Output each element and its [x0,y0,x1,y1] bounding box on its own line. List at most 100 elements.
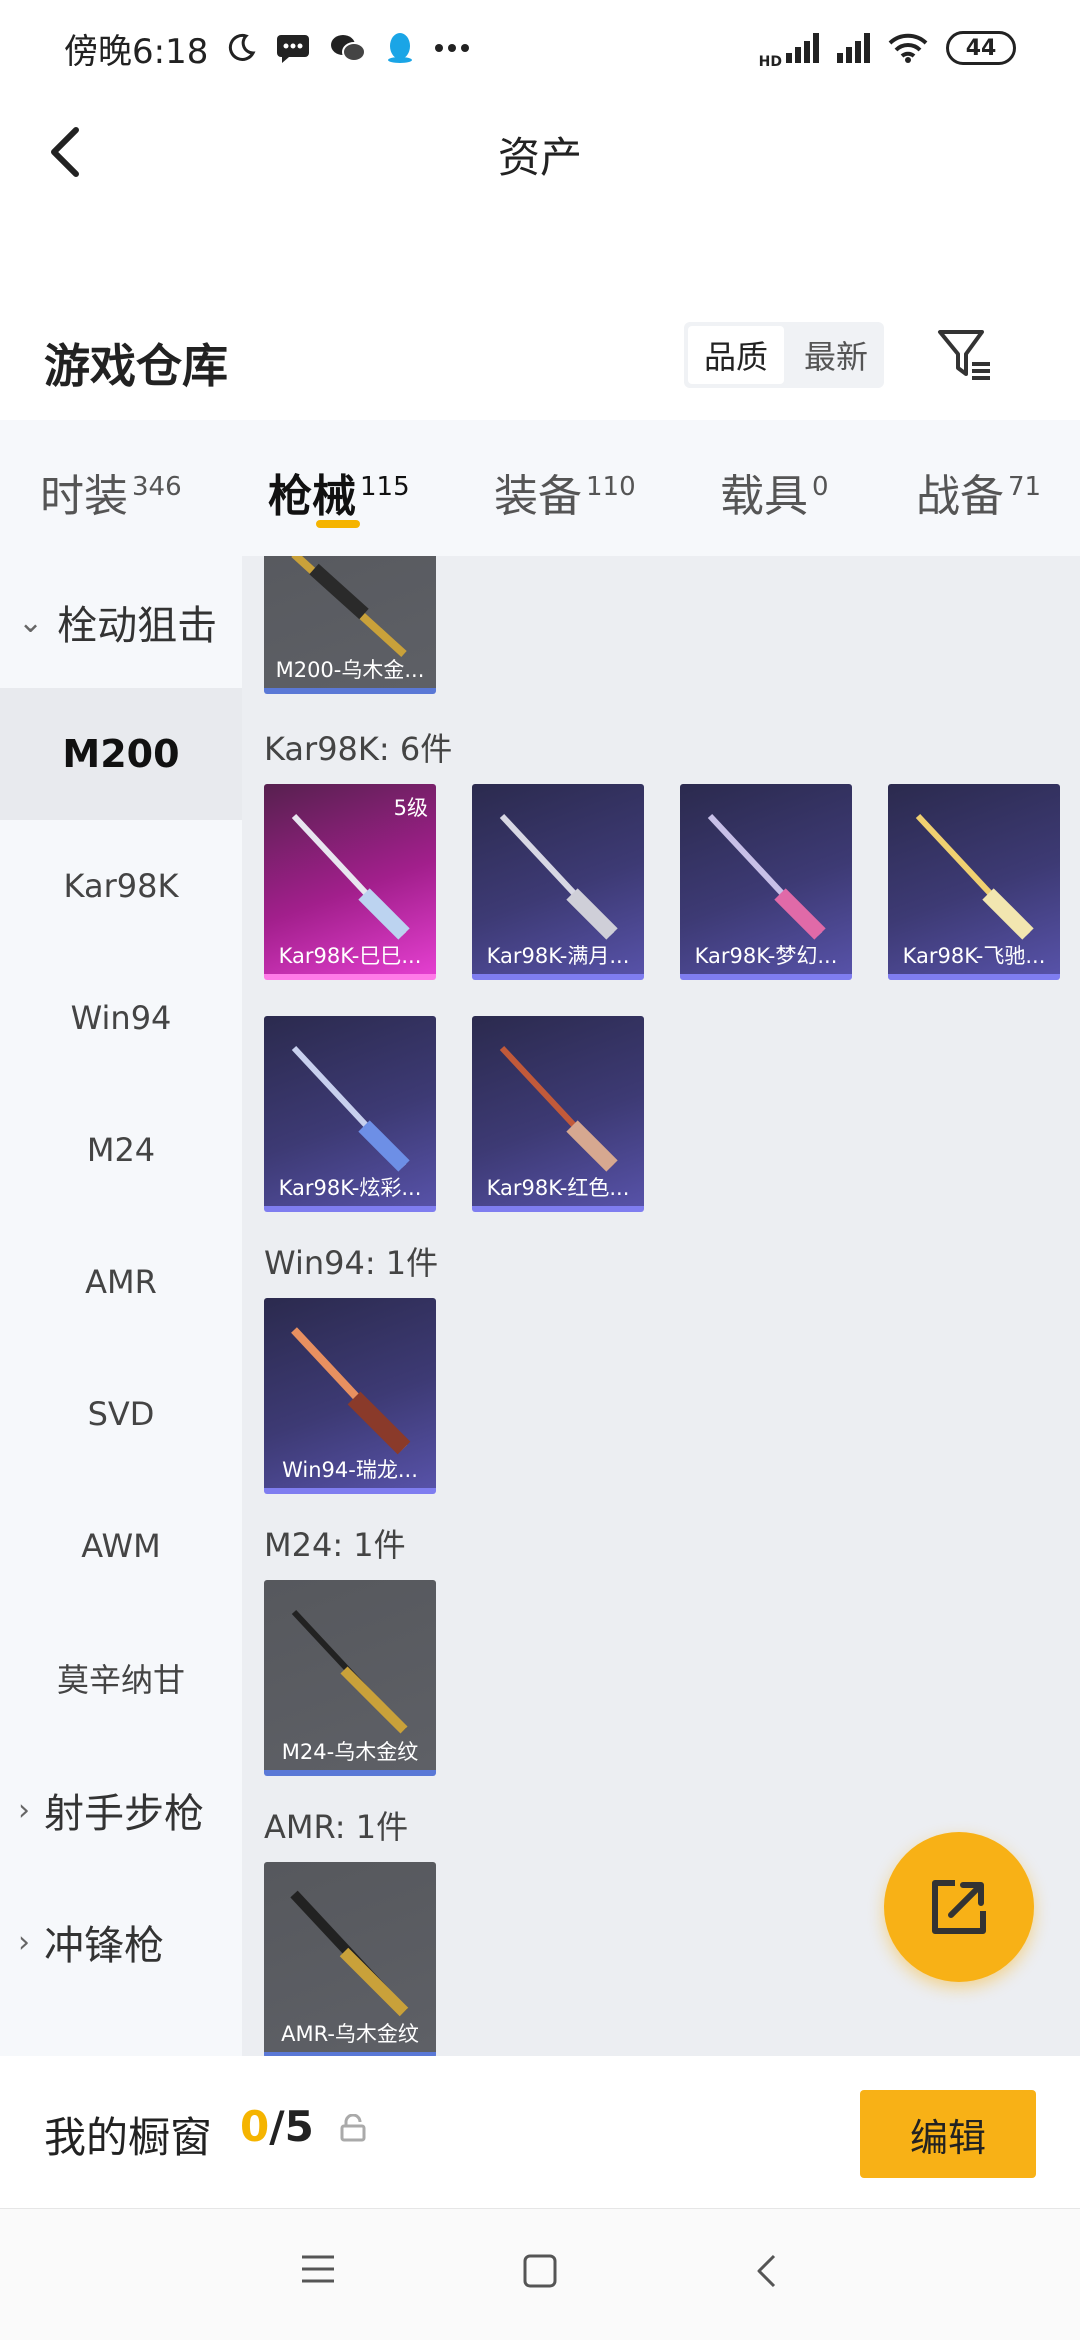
sidebar-group-dmr[interactable]: › 射手步枪 [0,1744,242,1876]
sort-newest-option[interactable]: 最新 [788,322,884,388]
active-tab-indicator [316,520,360,528]
edit-button[interactable]: 编辑 [860,2090,1036,2178]
tab-fashion[interactable]: 时装 346 [40,420,268,556]
weapon-sidebar: ⌄ 栓动狙击 M200 Kar98K Win94 M24 AMR SVD AWM … [0,556,242,2056]
sidebar-item-amr[interactable]: AMR [0,1216,242,1348]
sidebar-item-svd[interactable]: SVD [0,1348,242,1480]
sidebar-item-kar98k[interactable]: Kar98K [0,820,242,952]
tab-label: 战备 [916,471,1004,522]
chevron-right-icon: › [18,1924,30,1960]
weapon-card-name: AMR-乌木金纹 [281,2022,419,2046]
tab-vehicles[interactable]: 载具 0 [720,420,916,556]
weapon-card[interactable]: Kar98K-梦幻... [680,784,852,980]
home-icon[interactable] [522,2253,558,2289]
weapon-card-name: Kar98K-红色... [486,1176,630,1200]
weapon-card[interactable]: AMR-乌木金纹 [264,1862,436,2056]
more-icon [435,44,470,52]
weapon-card[interactable]: M200-乌木金... [264,556,436,694]
status-bar: 傍晚6:18 HD 44 [0,0,1080,96]
sidebar-group-smg[interactable]: › 冲锋枪 [0,1876,242,2008]
rifle-icon [499,813,618,940]
sidebar-item-win94[interactable]: Win94 [0,952,242,1084]
sidebar-item-mosin[interactable]: 莫辛纳甘 [0,1612,242,1744]
weapon-card-name: Kar98K-炫彩... [278,1176,422,1200]
wechat-icon [331,35,367,62]
rifle-icon [499,1045,618,1172]
weapon-card-name: Kar98K-梦幻... [694,944,838,968]
level-badge: 5级 [393,796,428,820]
tab-label: 枪械 [268,471,356,522]
tab-label: 装备 [494,471,582,522]
rifle-icon [915,813,1034,940]
weapon-card-name: M24-乌木金纹 [281,1740,419,1764]
showcase-count-current: 0 [240,2102,270,2151]
hd-label: HD [758,54,782,70]
sidebar-item-m24[interactable]: M24 [0,1084,242,1216]
section-label: Kar98K: 6件 [264,730,453,768]
share-fab-button[interactable] [884,1832,1034,1982]
rifle-icon [291,1045,410,1172]
weapon-card-name: Kar98K-飞驰... [902,944,1046,968]
wifi-icon [888,33,928,63]
weapon-card-name: Kar98K-巳巳... [278,944,422,968]
category-tabs: 时装 346 枪械 115 装备 110 载具 0 战备 71 [0,420,1080,556]
sort-quality-option[interactable]: 品质 [688,326,784,384]
weapon-card[interactable]: Kar98K-飞驰... [888,784,1060,980]
share-icon [932,1880,986,1934]
signal-icon [786,33,819,63]
weapon-card-name: M200-乌木金... [275,658,425,682]
rifle-icon [290,1890,409,2017]
tab-count: 115 [360,472,410,503]
filter-icon[interactable] [936,326,992,382]
warehouse-title: 游戏仓库 [44,339,228,393]
tab-label: 载具 [720,471,808,522]
showcase-count-total: /5 [269,2102,314,2151]
moon-icon [229,33,256,61]
rifle-icon [291,813,410,940]
chevron-down-icon: ⌄ [18,604,44,640]
weapon-card[interactable]: Kar98K-满月... [472,784,644,980]
system-nav-bar [0,2208,1080,2340]
battery-indicator: 44 [946,31,1016,65]
tab-count: 71 [1008,472,1042,503]
weapon-grid: M200-乌木金... Kar98K: 6件 5级 Kar98K-巳巳... K… [242,556,1080,2056]
message-icon [277,35,310,63]
title-bar: 资产 [0,96,1080,208]
weapon-card-name: Win94-瑞龙... [282,1458,418,1482]
status-time: 傍晚6:18 [64,31,209,72]
weapon-card[interactable]: Kar98K-红色... [472,1016,644,1212]
status-right: HD 44 [759,26,1016,70]
sidebar-group-label: 射手步枪 [44,1791,204,1837]
tab-count: 110 [586,472,636,503]
sidebar-item-awm[interactable]: AWM [0,1480,242,1612]
my-showcase-bar: 我的橱窗 0/5 编辑 [0,2056,1080,2208]
weapon-card[interactable]: Kar98K-炫彩... [264,1016,436,1212]
qq-icon [388,33,413,63]
rifle-icon [291,1609,408,1734]
rifle-icon [707,813,826,940]
rifle-icon [291,556,407,657]
sort-toggle: 品质 最新 [684,322,884,388]
weapon-card[interactable]: 5级 Kar98K-巳巳... [264,784,436,980]
lock-icon [340,2114,366,2142]
weapon-card[interactable]: M24-乌木金纹 [264,1580,436,1776]
weapon-card[interactable]: Win94-瑞龙... [264,1298,436,1494]
tab-label: 时装 [40,471,128,522]
section-label: Win94: 1件 [264,1244,439,1282]
chevron-right-icon: › [18,1792,30,1828]
tab-count: 346 [132,472,182,503]
notification-icons [226,32,470,64]
tab-count: 0 [812,472,829,503]
menu-icon[interactable] [300,2253,336,2285]
sidebar-group-label: 冲锋枪 [44,1923,164,1969]
tab-equipment[interactable]: 装备 110 [494,420,720,556]
signal-2-icon [837,33,870,63]
rifle-icon [291,1327,411,1455]
sidebar-group-bolt-action[interactable]: ⌄ 栓动狙击 [0,556,242,688]
sidebar-item-m200[interactable]: M200 [0,688,242,820]
tab-firearms[interactable]: 枪械 115 [268,420,494,556]
section-label: AMR: 1件 [264,1808,409,1846]
showcase-count: 0/5 [240,2102,314,2151]
tab-combat-supplies[interactable]: 战备 71 [916,420,1066,556]
back-nav-icon[interactable] [754,2253,778,2289]
